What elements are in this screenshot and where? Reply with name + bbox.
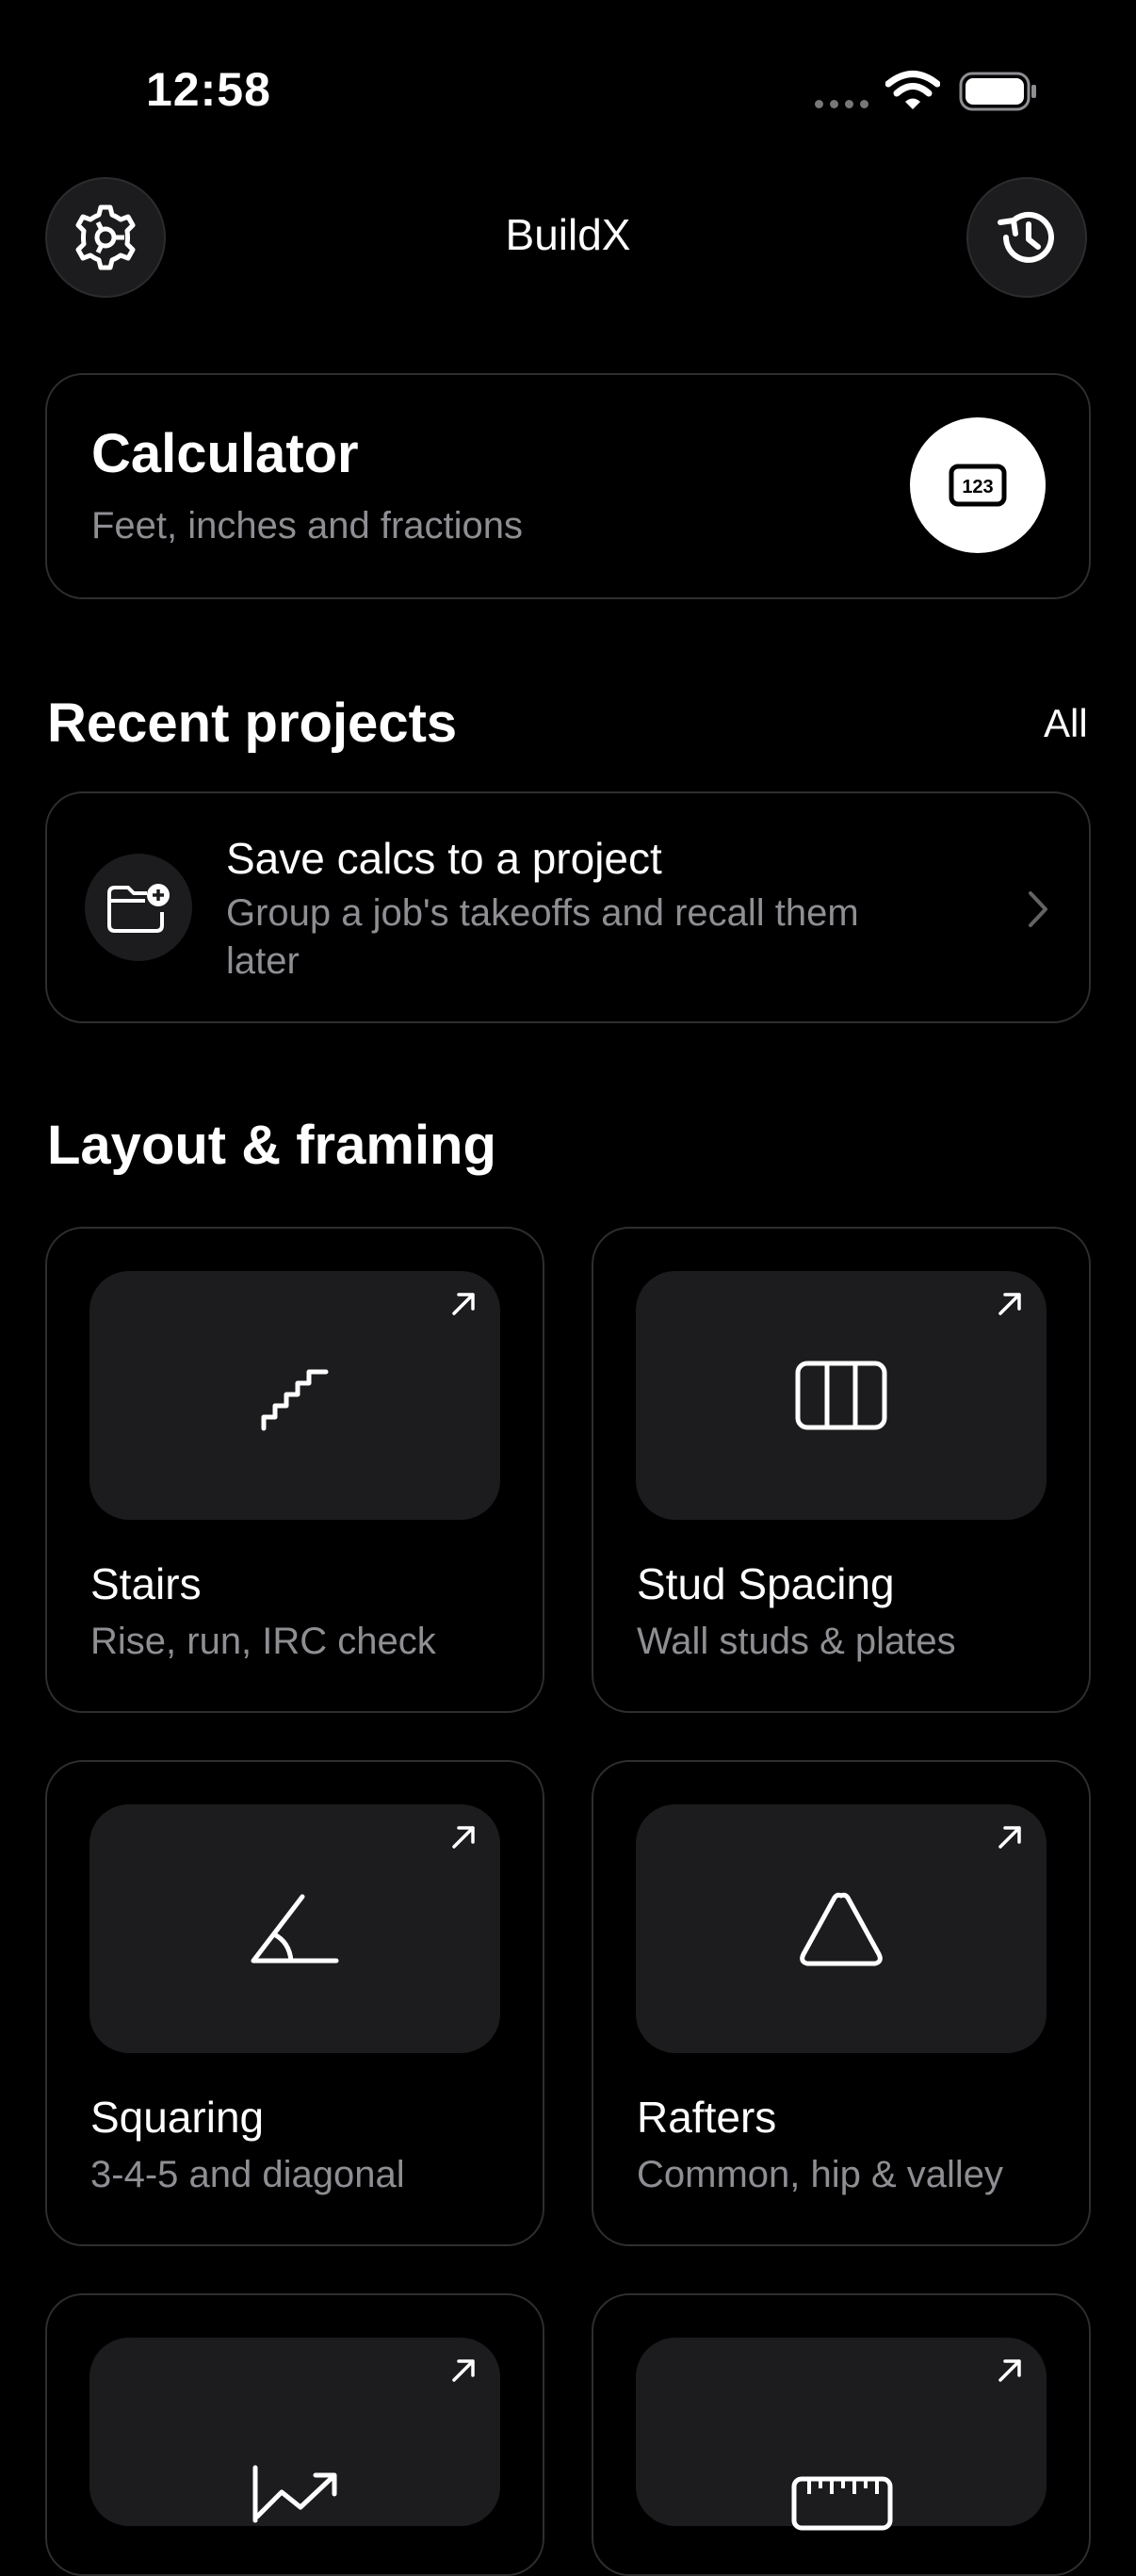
tool-card-squaring[interactable]: Squaring 3-4-5 and diagonal	[45, 1760, 544, 2246]
calculator-title: Calculator	[91, 423, 359, 484]
tool-title: Squaring	[90, 2093, 265, 2142]
keypad-icon-text: 123	[962, 477, 993, 497]
stairs-icon	[261, 1369, 329, 1431]
tool-card-stud-spacing[interactable]: Stud Spacing Wall studs & plates	[592, 1227, 1091, 1713]
status-time: 12:58	[146, 63, 271, 116]
folder-icon-badge	[85, 854, 192, 961]
folder-add-icon	[107, 884, 170, 933]
tool-card-image	[636, 1271, 1047, 1520]
studs-icon	[795, 1361, 887, 1430]
tool-card-5[interactable]	[45, 2293, 544, 2576]
tool-card-image	[636, 2338, 1047, 2531]
all-projects-link[interactable]: All	[1044, 701, 1088, 746]
calculator-subtitle: Feet, inches and fractions	[91, 505, 524, 546]
tool-card-6[interactable]	[592, 2293, 1091, 2576]
battery-icon	[959, 72, 1036, 111]
ruler-icon	[791, 2476, 893, 2531]
history-icon	[998, 211, 1054, 263]
recent-projects-title: Recent projects	[47, 693, 458, 754]
save-project-title: Save calcs to a project	[226, 834, 662, 883]
chevron-right-icon	[1029, 891, 1047, 927]
calculator-icon-badge: 123	[910, 417, 1046, 553]
tool-card-image	[89, 1271, 500, 1520]
history-button[interactable]	[966, 177, 1087, 298]
trend-chart-icon	[252, 2465, 337, 2523]
tool-title: Stud Spacing	[637, 1559, 895, 1608]
wifi-icon	[885, 71, 940, 109]
tool-title: Stairs	[90, 1559, 202, 1608]
tool-subtitle: Rise, run, IRC check	[90, 1621, 436, 1662]
tool-subtitle: Common, hip & valley	[637, 2154, 1004, 2195]
layout-framing-title: Layout & framing	[47, 1115, 496, 1176]
tool-card-image	[89, 1804, 500, 2053]
tool-subtitle: Wall studs & plates	[637, 1621, 956, 1662]
tool-card-rafters[interactable]: Rafters Common, hip & valley	[592, 1760, 1091, 2246]
angle-icon	[251, 1894, 339, 1964]
numeric-keypad-icon: 123	[949, 464, 1007, 507]
save-project-description: Group a job's takeoffs and recall them l…	[226, 892, 859, 982]
tool-card-image	[89, 2338, 500, 2526]
tool-card-image	[636, 1804, 1047, 2053]
triangle-icon	[800, 1892, 883, 1966]
tool-subtitle: 3-4-5 and diagonal	[90, 2154, 405, 2195]
arrow-up-right-icon	[998, 2359, 1021, 2382]
cellular-signal-icon	[815, 100, 868, 108]
tool-title: Rafters	[637, 2093, 777, 2142]
arrow-up-right-icon	[452, 2359, 475, 2382]
tool-card-stairs[interactable]: Stairs Rise, run, IRC check	[45, 1227, 544, 1713]
